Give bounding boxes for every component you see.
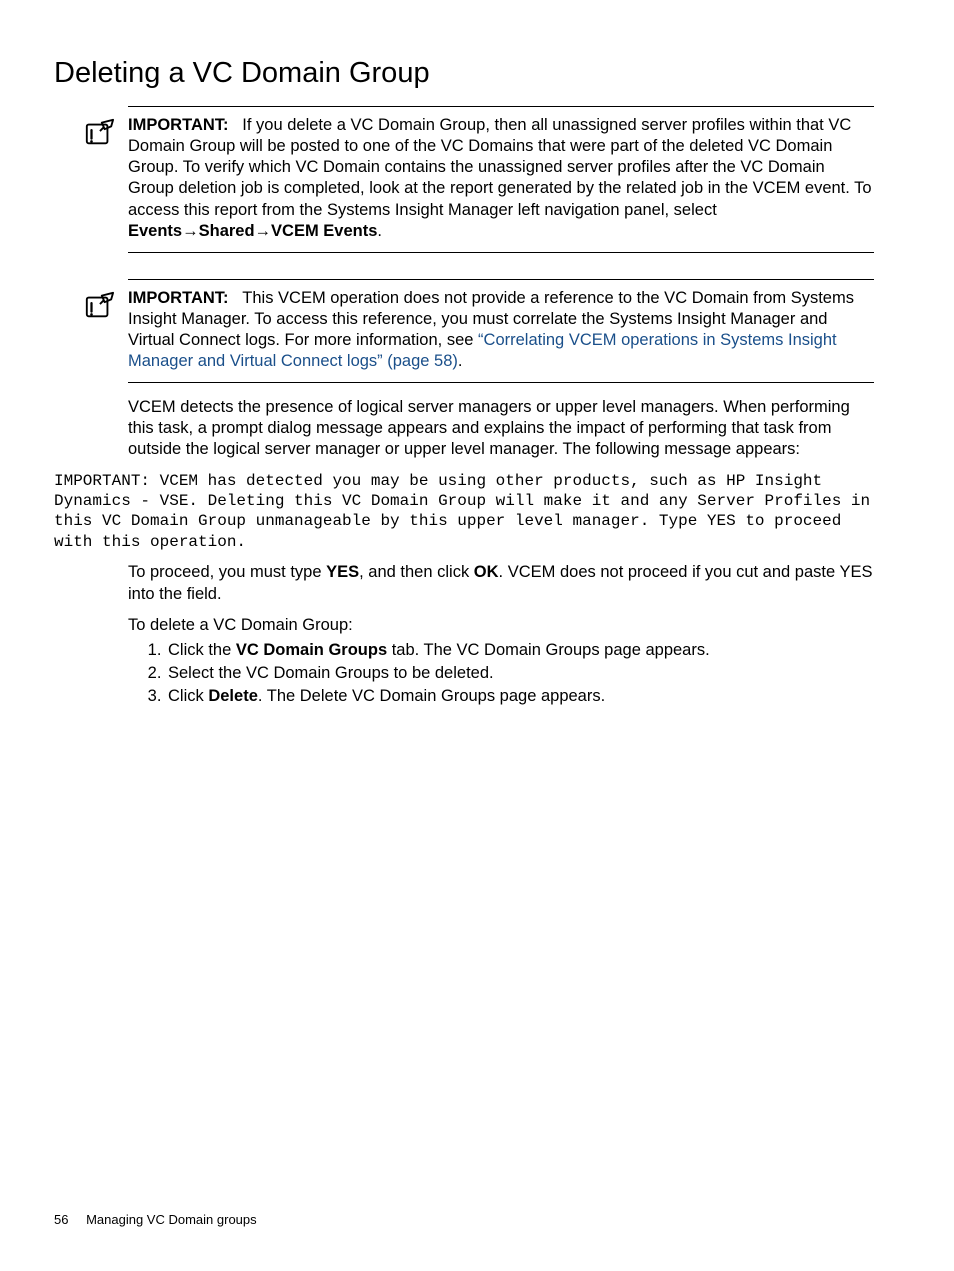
page-title: Deleting a VC Domain Group — [54, 55, 874, 92]
list-item: Select the VC Domain Groups to be delete… — [166, 663, 874, 684]
list-item: Click the VC Domain Groups tab. The VC D… — [166, 640, 874, 661]
ordered-steps: Click the VC Domain Groups tab. The VC D… — [128, 640, 874, 707]
divider — [128, 279, 874, 280]
important-callout-2: IMPORTANT: This VCEM operation does not … — [84, 288, 874, 372]
console-message: IMPORTANT: VCEM has detected you may be … — [54, 471, 874, 553]
important-callout-1: IMPORTANT: If you delete a VC Domain Gro… — [84, 115, 874, 242]
important-label: IMPORTANT: — [128, 116, 229, 134]
footer-section-title: Managing VC Domain groups — [86, 1212, 257, 1227]
breadcrumb: Events→Shared→VCEM Events — [128, 222, 377, 240]
page-footer: 56 Managing VC Domain groups — [54, 1212, 257, 1229]
divider — [128, 106, 874, 107]
body-paragraph: To delete a VC Domain Group: — [128, 615, 874, 636]
important-label: IMPORTANT: — [128, 289, 229, 307]
list-item: Click Delete. The Delete VC Domain Group… — [166, 686, 874, 707]
divider — [128, 252, 874, 253]
callout-text: If you delete a VC Domain Group, then al… — [128, 116, 872, 218]
important-icon — [84, 117, 114, 147]
important-icon — [84, 290, 114, 320]
body-paragraph: VCEM detects the presence of logical ser… — [128, 397, 874, 460]
divider — [128, 382, 874, 383]
page-number: 56 — [54, 1212, 68, 1227]
body-paragraph: To proceed, you must type YES, and then … — [128, 562, 874, 604]
